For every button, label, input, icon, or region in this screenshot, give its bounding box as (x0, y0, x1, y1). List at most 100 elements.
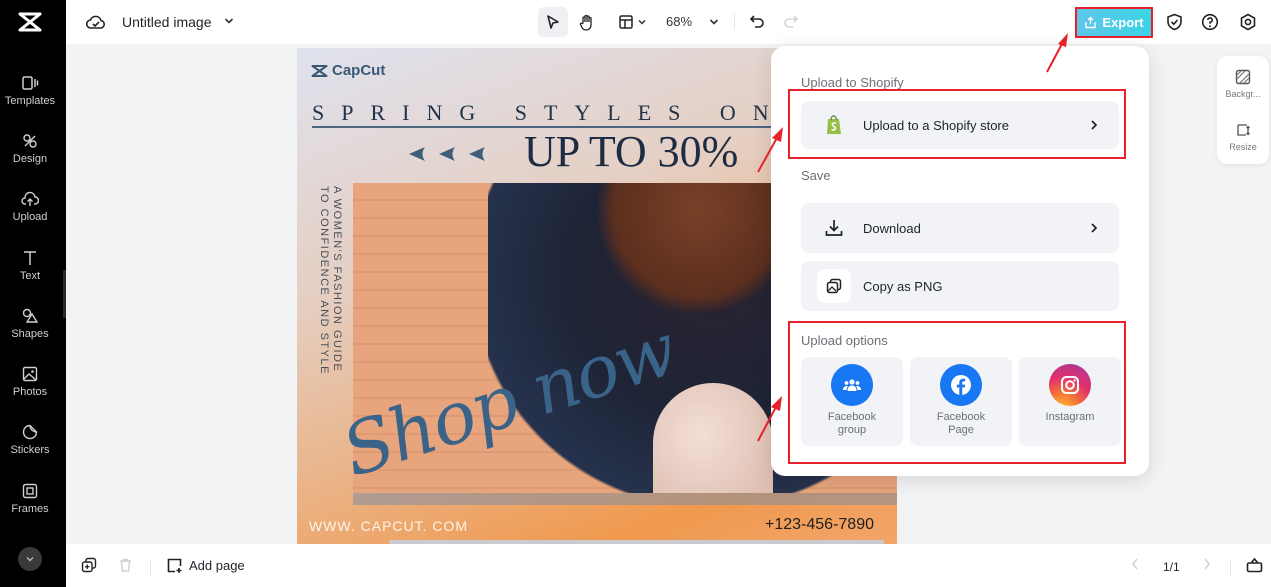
redo-button[interactable] (780, 7, 802, 37)
design-icon (23, 134, 37, 148)
upload-icon (21, 191, 39, 206)
chevron-right-icon (1204, 558, 1210, 570)
settings-button[interactable] (1236, 7, 1260, 37)
headline-top: SPRING STYLES ON (312, 100, 786, 125)
facebook-group-label: Facebook group (827, 411, 877, 436)
download-label: Download (863, 220, 921, 236)
left-sidebar: Templates Design Upload Text Shapes Phot… (0, 0, 66, 587)
help-button[interactable] (1198, 7, 1222, 37)
arrow-left-icon (469, 147, 485, 161)
sidebar-item-templates[interactable]: Templates (0, 74, 60, 107)
bottombar-divider (150, 559, 151, 575)
document-title[interactable]: Untitled image (122, 14, 212, 30)
gear-icon (1240, 13, 1256, 31)
shield-button[interactable] (1162, 7, 1186, 37)
facebook-page-label: Facebook Page (936, 411, 986, 436)
arrow-left-icon (409, 147, 425, 161)
layout-icon (618, 15, 633, 29)
frames-icon (22, 483, 38, 499)
instagram-button[interactable]: Instagram (1019, 357, 1121, 446)
duplicate-page-button[interactable] (81, 557, 97, 573)
download-button[interactable]: Download (801, 203, 1119, 253)
photo-leg (653, 383, 773, 493)
cloud-saved-icon[interactable] (86, 13, 106, 31)
sidebar-item-label: Upload (12, 211, 48, 223)
background-button[interactable]: Backgr... (1217, 69, 1269, 99)
chevron-right-icon (1091, 223, 1098, 233)
pointer-icon (547, 15, 559, 29)
upload-shopify-label: Upload to a Shopify store (863, 117, 1009, 133)
toolbar-divider (734, 14, 735, 30)
page-panel-icon (1246, 557, 1263, 573)
duplicate-icon (81, 557, 97, 573)
add-page-icon (167, 558, 182, 573)
export-highlight-box: Export (1075, 7, 1153, 38)
sidebar-item-label: Frames (11, 503, 49, 515)
redo-icon (784, 15, 799, 28)
chevron-down-icon[interactable] (223, 15, 235, 27)
sidebar-item-photos[interactable]: Photos (0, 365, 60, 398)
bottombar-divider (1230, 559, 1231, 575)
capcut-editor: Templates Design Upload Text Shapes Phot… (0, 0, 1271, 587)
capcut-logo-icon[interactable] (17, 10, 43, 34)
photos-icon (22, 366, 38, 382)
chevron-right-icon (1091, 120, 1098, 130)
resize-button[interactable]: Resize (1217, 122, 1269, 152)
shield-check-icon (1166, 13, 1182, 31)
decorative-arrows (409, 145, 487, 163)
upload-options-label: Upload options (801, 333, 888, 348)
hand-tool-button[interactable] (572, 7, 602, 37)
sidebar-item-stickers[interactable]: Stickers (0, 423, 60, 456)
poster-brand-text: CapCut (332, 62, 386, 79)
website-text: WWW. CAPCUT. COM (309, 518, 469, 534)
templates-icon (22, 76, 39, 90)
arrow-left-icon (439, 147, 455, 161)
page-panel-toggle-button[interactable] (1246, 557, 1263, 573)
shopify-icon (817, 108, 851, 142)
undo-button[interactable] (746, 7, 768, 37)
text-icon (24, 251, 36, 265)
select-tool-button[interactable] (538, 7, 568, 37)
photo-shadow (353, 493, 897, 505)
sidebar-item-label: Photos (12, 386, 48, 398)
facebook-page-button[interactable]: Facebook Page (910, 357, 1012, 446)
copy-png-button[interactable]: Copy as PNG (801, 261, 1119, 311)
right-tools-panel: Backgr... Resize (1217, 56, 1269, 164)
hand-icon (579, 14, 592, 31)
download-icon (817, 211, 851, 245)
poster-brand-logo: CapCut (311, 62, 385, 79)
copy-png-label: Copy as PNG (863, 278, 943, 294)
sidebar-item-label: Text (19, 270, 41, 282)
next-page-button[interactable] (1202, 557, 1212, 571)
layout-dropdown-button[interactable] (612, 7, 652, 37)
facebook-icon (940, 364, 982, 406)
chevron-down-icon (709, 19, 719, 25)
export-menu: Upload to Shopify Upload to a Shopify st… (771, 46, 1149, 476)
sidebar-item-upload[interactable]: Upload (0, 190, 60, 223)
add-page-button[interactable]: Add page (166, 557, 245, 574)
sidebar-item-design[interactable]: Design (0, 132, 60, 165)
instagram-label: Instagram (1045, 411, 1095, 423)
phone-text: +123-456-7890 (765, 516, 874, 533)
sidebar-item-text[interactable]: Text (0, 249, 60, 282)
copy-image-icon (817, 269, 851, 303)
upload-shopify-button[interactable]: Upload to a Shopify store (801, 101, 1119, 149)
export-button[interactable]: Export (1077, 9, 1151, 36)
sidebar-item-label: Stickers (10, 444, 50, 456)
sidebar-item-frames[interactable]: Frames (0, 482, 60, 515)
delete-page-button[interactable] (118, 557, 133, 573)
share-icon (1085, 16, 1097, 29)
zoom-dropdown-button[interactable] (704, 7, 724, 37)
headline-main: UP TO 30% (524, 127, 739, 176)
sidebar-item-shapes[interactable]: Shapes (0, 307, 60, 340)
trash-icon (120, 558, 131, 572)
undo-icon (749, 15, 764, 28)
facebook-group-button[interactable]: Facebook group (801, 357, 903, 446)
page-indicator: 1/1 (1163, 560, 1180, 574)
background-label: Backgr... (1225, 89, 1261, 99)
prev-page-button[interactable] (1130, 557, 1140, 571)
sidebar-more-button[interactable] (18, 547, 42, 571)
facebook-group-icon (831, 364, 873, 406)
instagram-icon (1049, 364, 1091, 406)
zoom-level[interactable]: 68% (666, 14, 692, 29)
